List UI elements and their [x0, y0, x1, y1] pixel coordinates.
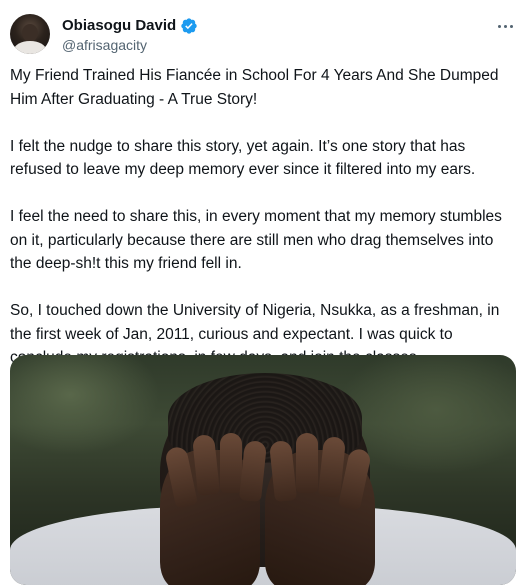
author-avatar[interactable] — [10, 14, 50, 54]
background-foliage — [10, 355, 160, 455]
more-horizontal-icon[interactable] — [495, 16, 515, 36]
author-display-name[interactable]: Obiasogu David — [62, 16, 176, 36]
tweet-paragraph-title: My Friend Trained His Fiancée in School … — [10, 67, 499, 108]
tweet-card[interactable]: Obiasogu David @afrisagacity My Friend T… — [0, 0, 527, 585]
author-handle[interactable]: @afrisagacity — [62, 36, 147, 54]
avatar-shirt — [14, 41, 46, 54]
more-dot — [503, 24, 507, 28]
tweet-paragraph: I feel the need to share this, in every … — [10, 208, 502, 272]
more-dot — [509, 24, 513, 28]
tweet-text: My Friend Trained His Fiancée in School … — [10, 64, 510, 393]
tweet-header: Obiasogu David @afrisagacity — [10, 14, 517, 58]
photo-finger — [296, 433, 318, 493]
avatar-face — [22, 24, 38, 42]
tweet-media-photo[interactable] — [10, 355, 516, 585]
more-dot — [497, 24, 501, 28]
photo-finger — [220, 433, 242, 493]
tweet-paragraph: I felt the nudge to share this story, ye… — [10, 137, 476, 179]
author-name-row: Obiasogu David — [62, 16, 198, 36]
verified-badge-icon — [181, 18, 197, 34]
